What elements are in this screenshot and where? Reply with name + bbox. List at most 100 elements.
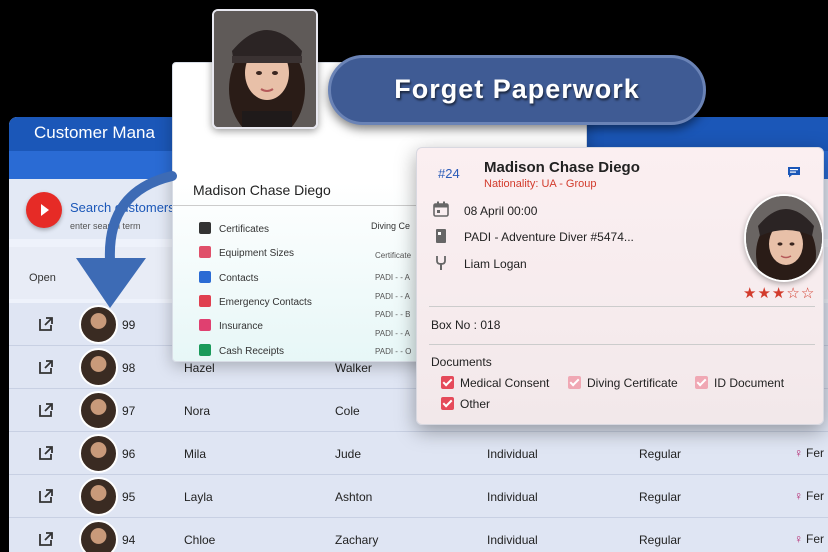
- chat-icon[interactable]: [787, 166, 801, 178]
- customer-type: Individual: [487, 490, 538, 504]
- row-number: 96: [122, 447, 136, 461]
- certificate-item[interactable]: PADI - - A: [375, 273, 410, 282]
- open-external-icon[interactable]: [38, 316, 54, 332]
- female-icon: ♀: [794, 489, 803, 503]
- first-name: Mila: [184, 447, 207, 461]
- gender-label: Fer: [806, 532, 824, 546]
- open-external-icon[interactable]: [38, 488, 54, 504]
- calendar-icon: [433, 201, 449, 217]
- last-name: Ashton: [335, 490, 373, 504]
- document-checkbox[interactable]: Medical Consent: [441, 376, 549, 390]
- last-name: Jude: [335, 447, 362, 461]
- last-name: Cole: [335, 404, 360, 418]
- certificate-text: PADI - Adventure Diver #5474...: [464, 230, 634, 244]
- first-name: Chloe: [184, 533, 216, 547]
- star-empty-icon[interactable]: ☆: [801, 285, 815, 302]
- last-name: Walker: [335, 361, 372, 375]
- panel-diving-label: Diving Ce: [371, 221, 411, 231]
- panel-customer-name: Madison Chase Diego: [193, 182, 331, 198]
- open-external-icon[interactable]: [38, 402, 54, 418]
- customer-photo: [212, 9, 318, 129]
- table-row[interactable]: 95 Layla Ashton Individual Regular ♀ Fer: [9, 475, 828, 518]
- headline-text: Forget Paperwork: [394, 74, 640, 104]
- panel-menu-item[interactable]: Certificates: [199, 222, 269, 235]
- play-button[interactable]: [26, 192, 62, 228]
- gender: ♀ Fer: [794, 489, 824, 503]
- customer-name: Madison Chase Diego: [484, 159, 640, 176]
- star-rating[interactable]: ★★★☆☆: [743, 284, 815, 302]
- medical-cross-icon: [199, 294, 211, 307]
- star-filled-icon[interactable]: ★: [743, 285, 757, 302]
- gender: ♀ Fer: [794, 446, 824, 460]
- certificate-item[interactable]: PADI - - A: [375, 292, 410, 301]
- column-header-open[interactable]: Open: [29, 272, 56, 284]
- certificate-item[interactable]: PADI - - B: [375, 310, 410, 319]
- last-name: Zachary: [335, 533, 379, 547]
- open-external-icon[interactable]: [38, 531, 54, 547]
- box-number: Box No : 018: [431, 318, 501, 332]
- checkbox-icon[interactable]: [568, 376, 581, 389]
- divider: [429, 306, 815, 307]
- contacts-icon: [199, 270, 211, 283]
- document-label: Other: [460, 397, 491, 411]
- panel-menu-label: Emergency Contacts: [219, 296, 312, 308]
- document-checkbox[interactable]: Diving Certificate: [568, 376, 678, 390]
- avatar: [79, 477, 118, 516]
- customer-detail-card: #24 Madison Chase Diego Nationality: UA …: [416, 147, 824, 425]
- star-filled-icon[interactable]: ★: [772, 285, 786, 302]
- female-icon: ♀: [794, 446, 803, 460]
- row-number: 99: [122, 318, 136, 332]
- avatar: [79, 391, 118, 430]
- app-title: Customer Mana: [34, 123, 155, 142]
- customer-nationality: Nationality: UA - Group: [484, 178, 597, 190]
- customer-category: Regular: [639, 533, 682, 547]
- table-row[interactable]: 96 Mila Jude Individual Regular ♀ Fer: [9, 432, 828, 475]
- document-label: ID Document: [714, 376, 785, 390]
- row-number: 98: [122, 361, 136, 375]
- row-number: 97: [122, 404, 136, 418]
- panel-menu-label: Certificates: [219, 224, 270, 235]
- panel-menu-item[interactable]: Emergency Contacts: [199, 294, 312, 308]
- headline-banner: Forget Paperwork: [328, 55, 706, 125]
- panel-menu-label: Contacts: [219, 272, 259, 284]
- instructor-icon: [436, 256, 446, 270]
- euro-icon: [199, 343, 211, 356]
- avatar: [79, 520, 118, 552]
- panel-menu-item[interactable]: Insurance: [199, 319, 263, 332]
- table-row[interactable]: 94 Chloe Zachary Individual Regular ♀ Fer: [9, 518, 828, 552]
- star-empty-icon[interactable]: ☆: [786, 285, 800, 302]
- first-name: Nora: [184, 404, 211, 418]
- panel-certificate-header: Certificate: [375, 251, 412, 260]
- open-external-icon[interactable]: [38, 359, 54, 375]
- shield-icon: [199, 319, 211, 332]
- avatar: [79, 434, 118, 473]
- document-checkbox[interactable]: ID Document: [695, 376, 784, 390]
- panel-menu-item[interactable]: Contacts: [199, 270, 259, 284]
- arrow-icon: [76, 171, 177, 308]
- checkbox-icon[interactable]: [695, 376, 708, 389]
- panel-menu-item[interactable]: Cash Receipts: [199, 343, 284, 357]
- panel-menu-label: Equipment Sizes: [219, 248, 295, 260]
- avatar: [79, 348, 118, 387]
- customer-category: Regular: [639, 447, 682, 461]
- female-icon: ♀: [794, 532, 803, 546]
- open-external-icon[interactable]: [38, 445, 54, 461]
- certificate-item[interactable]: PADI - - A: [375, 329, 410, 338]
- stage: Customer Mana Search customers enter sea…: [0, 0, 828, 552]
- divider: [429, 344, 815, 345]
- document-checkbox[interactable]: Other: [441, 397, 490, 411]
- first-name: Hazel: [184, 361, 215, 375]
- portrait-image: [746, 196, 822, 280]
- checkbox-icon[interactable]: [441, 376, 454, 389]
- star-filled-icon[interactable]: ★: [757, 285, 771, 302]
- row-number: 95: [122, 490, 136, 504]
- panel-menu-item[interactable]: Equipment Sizes: [199, 246, 294, 259]
- certificate-icon: [436, 229, 446, 243]
- gender-label: Fer: [806, 446, 824, 460]
- checkbox-icon[interactable]: [441, 397, 454, 410]
- gender-label: Fer: [806, 489, 824, 503]
- documents-title: Documents: [431, 355, 492, 369]
- certificate-item[interactable]: PADI - - O: [375, 347, 411, 356]
- customer-category: Regular: [639, 490, 682, 504]
- document-label: Diving Certificate: [587, 376, 678, 390]
